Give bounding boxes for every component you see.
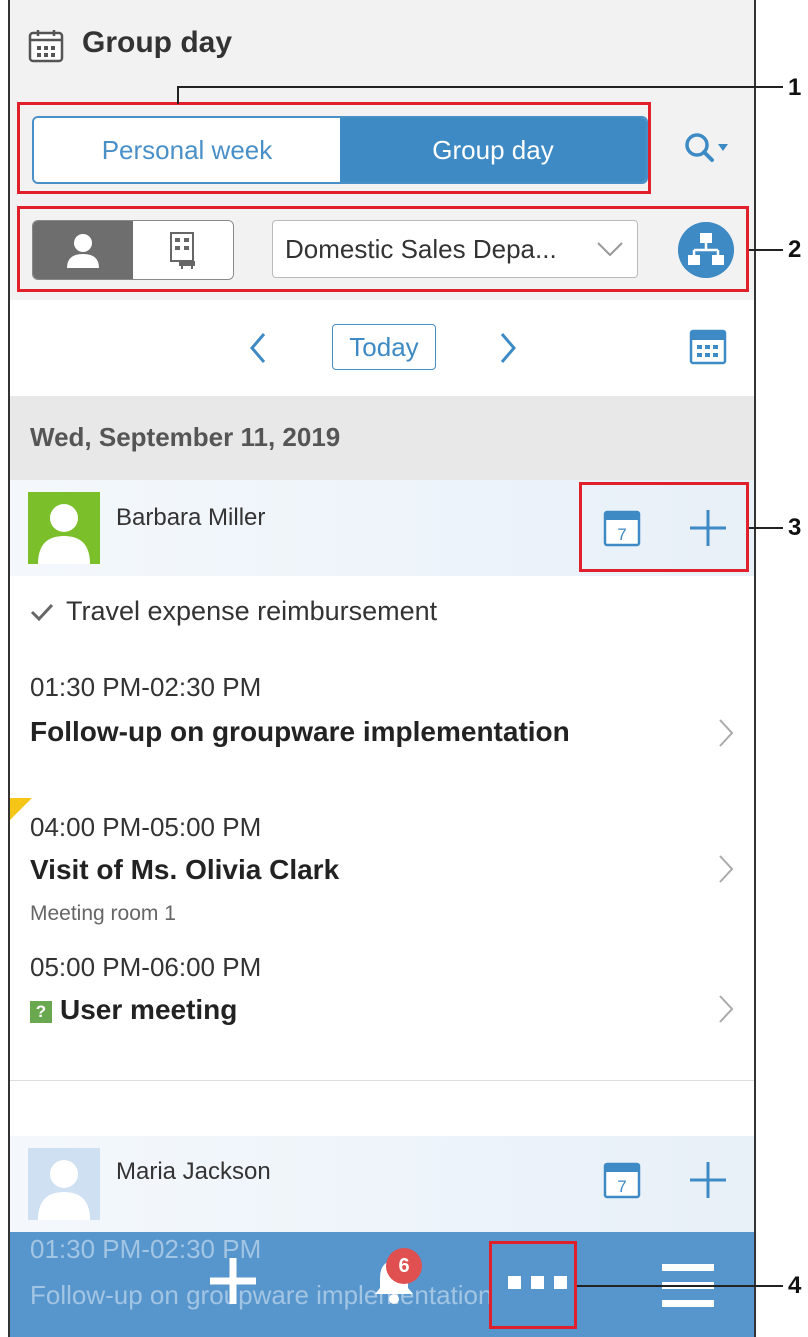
- callout-line-4: [577, 1285, 783, 1287]
- schedule-title-text: User meeting: [60, 994, 238, 1025]
- search-icon[interactable]: [682, 130, 730, 166]
- chevron-right-icon: [719, 719, 734, 747]
- schedule-item[interactable]: 01:30 PM-02:30 PM Follow-up on groupware…: [10, 654, 754, 799]
- chevron-right-icon: [719, 855, 734, 883]
- schedule-time: 01:30 PM-02:30 PM: [30, 672, 262, 702]
- callout-line-1-v: [177, 86, 179, 104]
- callout-line-2: [749, 249, 783, 251]
- schedule-title: Follow-up on groupware implementation: [30, 716, 570, 747]
- add-icon[interactable]: [688, 1160, 728, 1200]
- schedule-place: Meeting room 1: [30, 902, 176, 925]
- user-name: Barbara Miller: [116, 504, 266, 531]
- callout-box-4: [489, 1241, 577, 1329]
- callout-number-3: 3: [788, 514, 802, 541]
- calendar-day-number: 7: [617, 1177, 626, 1196]
- calendar-icon[interactable]: [688, 326, 728, 366]
- schedule-title: ? User meeting: [30, 994, 237, 1026]
- calendar-app-icon: [28, 30, 64, 63]
- user-row: Maria Jackson 7: [10, 1136, 754, 1232]
- calendar-day-icon[interactable]: 7: [602, 1160, 642, 1200]
- chevron-right-icon: [719, 995, 734, 1023]
- callout-box-3: [579, 482, 749, 572]
- avatar: [28, 1148, 100, 1220]
- page-title: Group day: [82, 26, 233, 59]
- today-button[interactable]: Today: [332, 324, 436, 370]
- callout-number-1: 1: [788, 74, 802, 101]
- todo-item[interactable]: Travel expense reimbursement: [10, 576, 754, 655]
- date-header-text: Wed, September 11, 2019: [30, 422, 341, 452]
- date-navigation: Today: [10, 300, 754, 396]
- schedule-title: Follow-up on groupware implementation: [30, 1280, 493, 1310]
- todo-title: Travel expense reimbursement: [66, 596, 438, 626]
- schedule-title: Visit of Ms. Olivia Clark: [30, 854, 340, 885]
- callout-line-1: [177, 86, 783, 88]
- callout-line-3: [749, 527, 783, 529]
- avatar: [28, 492, 100, 564]
- check-icon: [30, 603, 54, 622]
- tentative-badge: ?: [30, 1000, 52, 1023]
- app-header: Group day: [10, 0, 754, 96]
- schedule-time: 04:00 PM-05:00 PM: [30, 812, 262, 842]
- chevron-left-icon[interactable]: [246, 330, 270, 366]
- callout-box-2: [17, 206, 749, 292]
- notification-badge: 6: [386, 1248, 422, 1284]
- schedule-item[interactable]: 04:00 PM-05:00 PM Visit of Ms. Olivia Cl…: [10, 798, 754, 939]
- user-name: Maria Jackson: [116, 1158, 271, 1185]
- corner-mark-icon: [10, 798, 32, 820]
- callout-number-2: 2: [788, 236, 802, 263]
- date-header: Wed, September 11, 2019: [10, 396, 754, 480]
- schedule-item[interactable]: 05:00 PM-06:00 PM ? User meeting: [10, 938, 754, 1081]
- callout-box-1: [17, 102, 651, 194]
- chevron-right-icon[interactable]: [496, 330, 520, 366]
- schedule-time: 05:00 PM-06:00 PM: [30, 952, 262, 982]
- add-icon[interactable]: [208, 1256, 258, 1306]
- app-frame: Group day Personal week Group day Domest…: [8, 0, 756, 1337]
- callout-number-4: 4: [788, 1272, 802, 1299]
